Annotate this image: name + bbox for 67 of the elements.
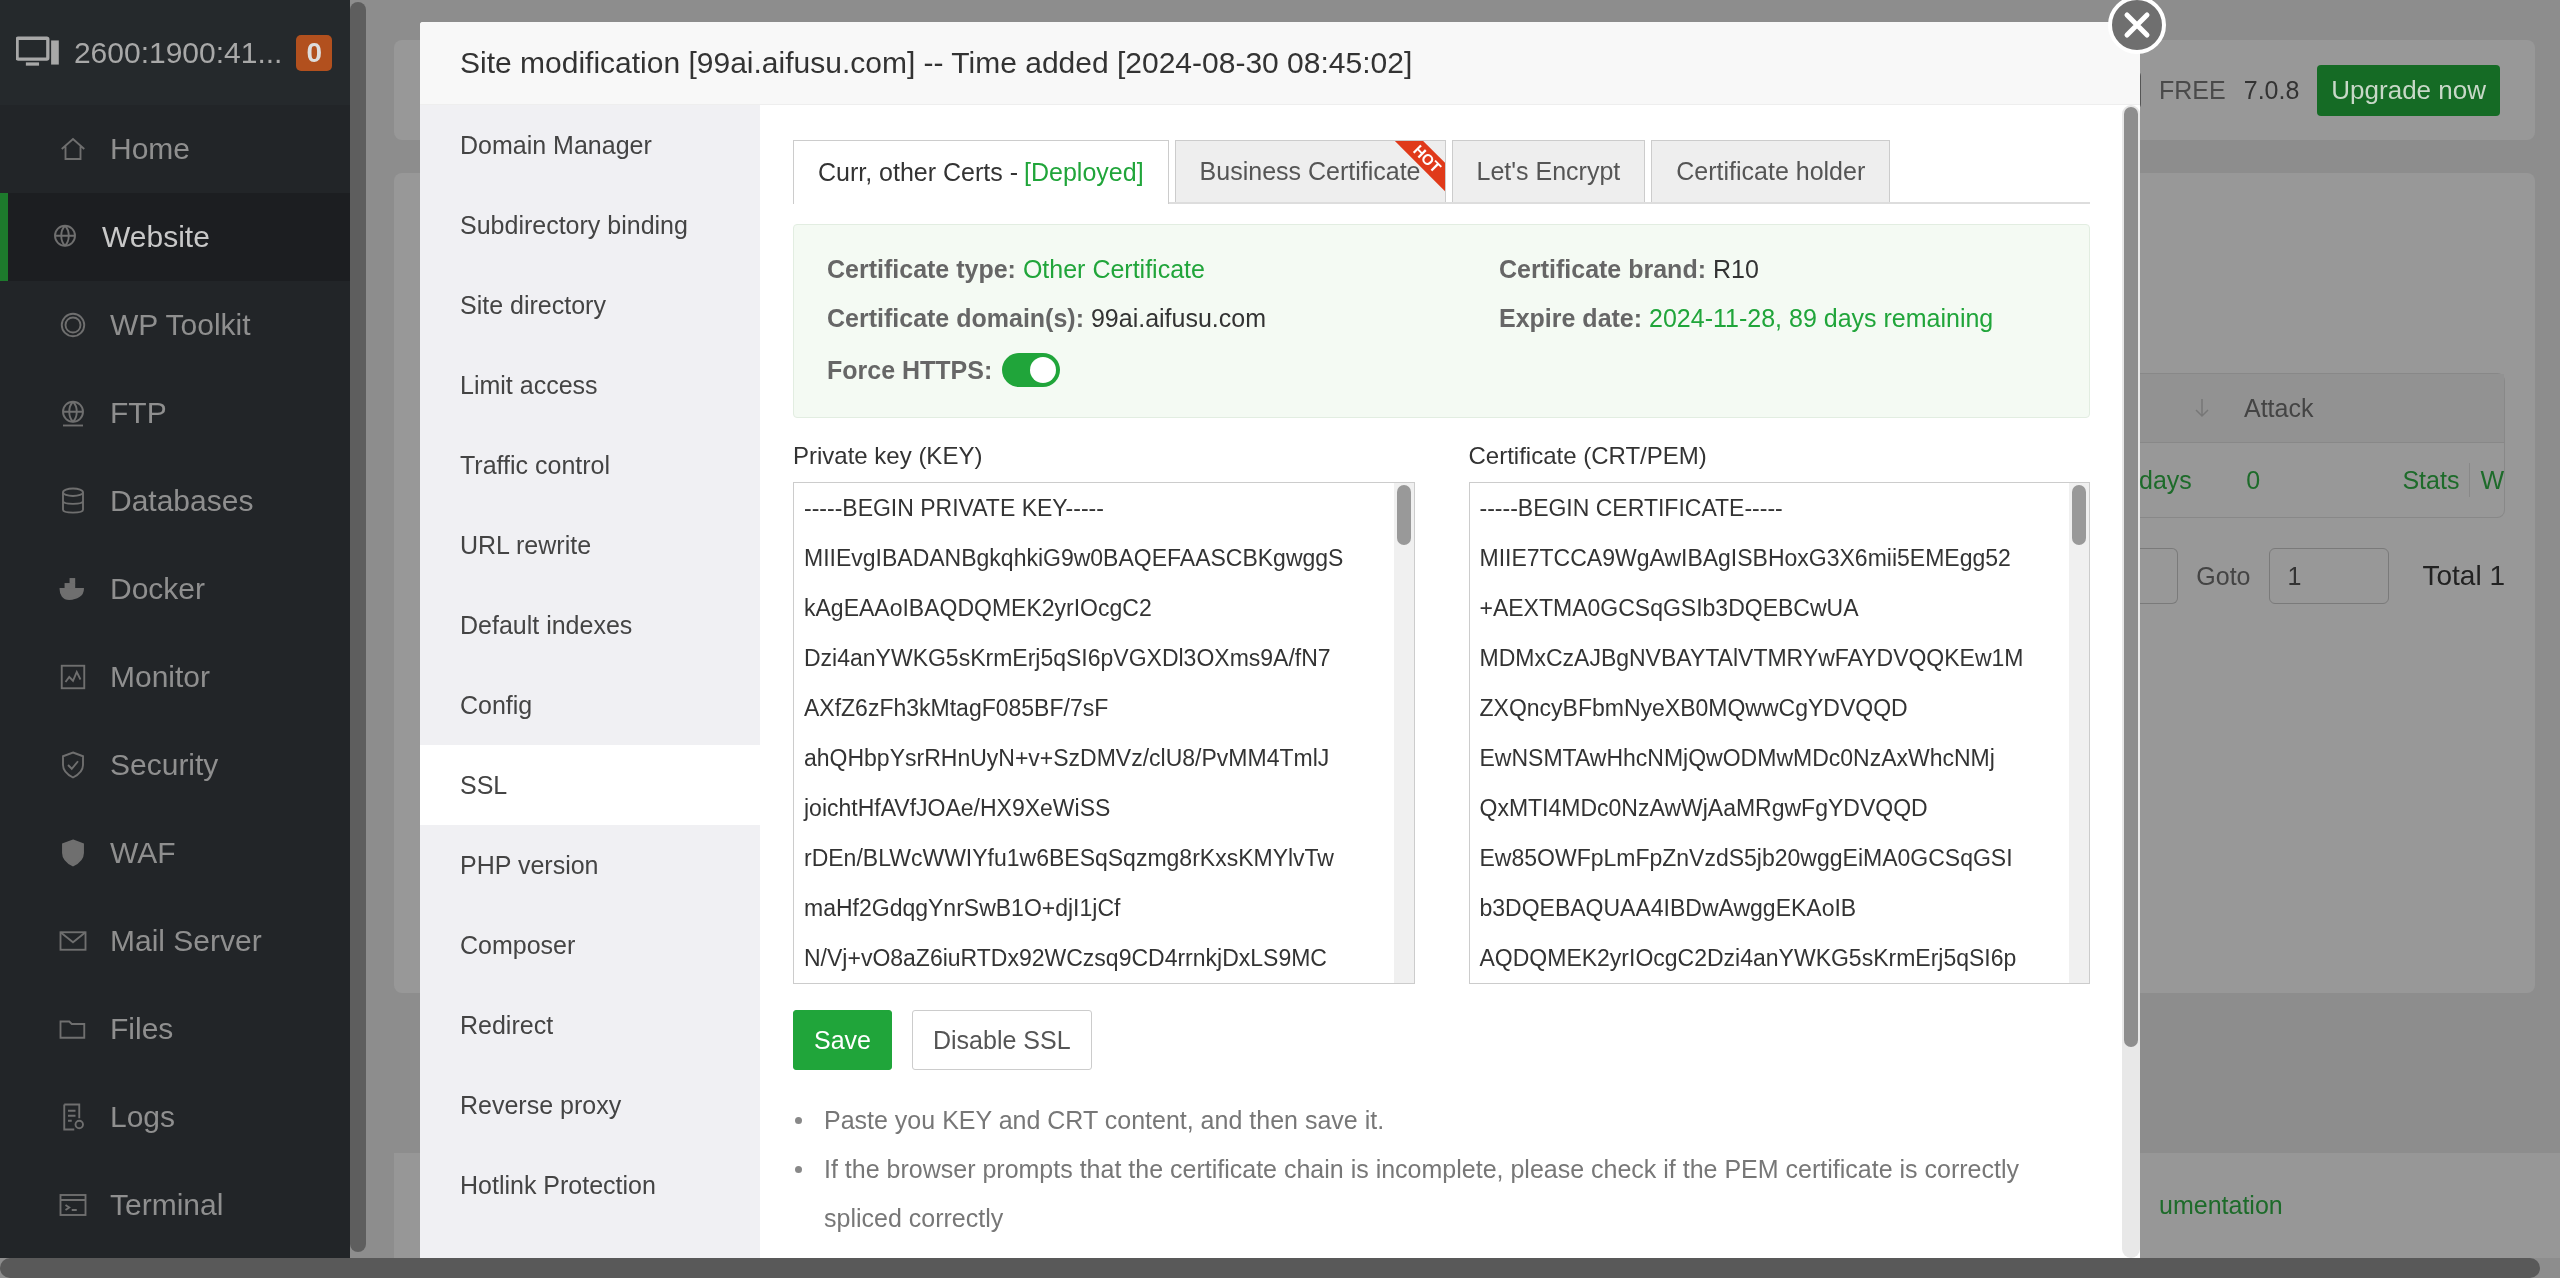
nav-item[interactable]: Default indexes	[420, 585, 760, 665]
sidebar-item[interactable]: Mail Server	[0, 897, 350, 985]
expire-date: Expire date: 2024-11-28, 89 days remaining	[1499, 304, 1995, 333]
sidebar-item[interactable]: Files	[0, 985, 350, 1073]
tab[interactable]: Curr, other Certs - [Deployed]	[793, 140, 1169, 204]
force-https-label: Force HTTPS:	[827, 355, 993, 385]
sidebar-scrollbar[interactable]	[350, 2, 366, 1252]
sidebar-item[interactable]: Docker	[0, 545, 350, 633]
field-label: Certificate (CRT/PEM)	[1468, 442, 1708, 470]
tab[interactable]: Let's Encrypt	[1451, 140, 1646, 202]
goto-label: Goto	[2196, 561, 2251, 591]
sidebar-item[interactable]: Terminal	[0, 1161, 350, 1249]
sidebar-item[interactable]: Website	[0, 193, 350, 281]
tab[interactable]: Certificate holder	[1651, 140, 1891, 202]
sidebar-item[interactable]: Security	[0, 721, 350, 809]
nav-item[interactable]: Redirect	[420, 985, 760, 1065]
sidebar-item[interactable]: Databases	[0, 457, 350, 545]
column-header: Attack	[2244, 393, 2314, 423]
nav-item[interactable]: Composer	[420, 905, 760, 985]
upgrade-button[interactable]: Upgrade now	[2317, 64, 2500, 116]
certificate-type: Certificate type: Other Certificate	[827, 255, 1206, 284]
sort-arrow-icon[interactable]	[2194, 398, 2210, 418]
force-https-toggle[interactable]	[1002, 353, 1061, 387]
nav-item[interactable]: PHP version	[420, 825, 760, 905]
total-count: Total 1	[2422, 560, 2505, 592]
bullet-dot	[795, 1166, 802, 1173]
note-text: If the browser prompts that the certificate chain is incomplete, please check if the PEM certificate is correctly spliced correctly	[824, 1154, 2020, 1234]
nav-item[interactable]: URL rewrite	[420, 505, 760, 585]
nav-item[interactable]: Traffic control	[420, 425, 760, 505]
horizontal-scrollbar[interactable]	[0, 1258, 2540, 1278]
nav-item[interactable]: Domain Manager	[420, 105, 760, 185]
nav-item[interactable]: Subdirectory binding	[420, 185, 760, 265]
dialog-title: Site modification [99ai.aifusu.com] -- Time added [2024-08-30 08:45:02]	[460, 46, 1413, 80]
field-scrollbar[interactable]	[1393, 483, 1414, 983]
nav-item[interactable]: Site directory	[420, 265, 760, 345]
note-text: Paste you KEY and CRT content, and then save it.	[824, 1105, 1385, 1136]
certificate-brand: Certificate brand: R10	[1499, 255, 1760, 284]
page-input[interactable]: 1	[2268, 548, 2389, 604]
table-cell-text: days	[2139, 465, 2193, 495]
plan-label: FREE	[2159, 75, 2226, 105]
nav-item[interactable]: Reverse proxy	[420, 1065, 760, 1145]
sidebar-item[interactable]: Home	[0, 105, 350, 193]
monitor-chart-icon	[58, 662, 88, 692]
nav-item[interactable]: Hotlink Protection	[420, 1145, 760, 1225]
field-scrollbar[interactable]	[2069, 483, 2089, 983]
sidebar-item[interactable]: WAF	[0, 809, 350, 897]
dialog-scrollbar[interactable]	[2122, 105, 2140, 1258]
bullet-dot	[795, 1117, 802, 1124]
table-cell-text: 0	[2246, 465, 2262, 495]
server-address: 2600:1900:41...	[73, 35, 283, 70]
version-label: 7.0.8	[2243, 75, 2300, 105]
computer-icon	[16, 36, 60, 69]
nav-item[interactable]: Config	[420, 665, 760, 745]
close-icon[interactable]	[2107, 0, 2167, 55]
private-key-field[interactable]: -----BEGIN PRIVATE KEY----- MIIEvgIBADANBgkqhkiG9w0BAQEFAASCBKgwggS kAgEAAoIBAQDQMEK2yrIOcgC2 Dzi4anYWKG5sKrmErj5qSI6pVGXDl3OXms9A/fN7 AXfZ6zFh3kMtagF085BF/7sF ahQHbpYsrRHnUyN+v+SzDMVz/clU8/PvMM4TmlJ joichtHfAVfJOAe/HX9XeWiSS rDEn/BLWcWWIYfu1w6BESqSqzmg8rKxsKMYlvTw maHf2GdqgYnrSwB1O+djI1jCf N/Vj+vO8aZ6iuRTDx92WCzsq9CD4rrnkjDxLS9MC	[793, 482, 1415, 984]
sidebar-item[interactable]: Logs	[0, 1073, 350, 1161]
certificate-domain: Certificate domain(s): 99ai.aifusu.com	[827, 304, 1268, 333]
sidebar-item[interactable]: Monitor	[0, 633, 350, 721]
field-label: Private key (KEY)	[793, 442, 984, 470]
notification-badge[interactable]: 0	[296, 34, 332, 71]
disable-ssl-button[interactable]: Disable SSL	[912, 1010, 1092, 1070]
save-button[interactable]: Save	[793, 1010, 892, 1070]
nav-item[interactable]: SSL	[420, 745, 760, 825]
sidebar-item[interactable]: FTP	[0, 369, 350, 457]
certificate-field[interactable]: -----BEGIN CERTIFICATE----- MIIE7TCCA9WgAwIBAgISBHoxG3X6mii5EMEgg52 +AEXTMA0GCSqGSIb3DQEBCwUA MDMxCzAJBgNVBAYTAlVTMRYwFAYDVQQKEw1M ZXQncyBFbmNyeXB0MQwwCgYDVQQD EwNSMTAwHhcNMjQwODMwMDc0NzAxWhcNMj QxMTI4MDc0NzAwWjAaMRgwFgYDVQQD Ew85OWFpLmFpZnVzdS5jb20wggEiMA0GCSqGSI b3DQEBAQUAA4IBDwAwggEKAoIB AQDQMEK2yrIOcgC2Dzi4anYWKG5sKrmErj5qSI6p	[1468, 482, 2090, 984]
nav-item[interactable]: Limit access	[420, 345, 760, 425]
sidebar-item[interactable]: WP Toolkit	[0, 281, 350, 369]
